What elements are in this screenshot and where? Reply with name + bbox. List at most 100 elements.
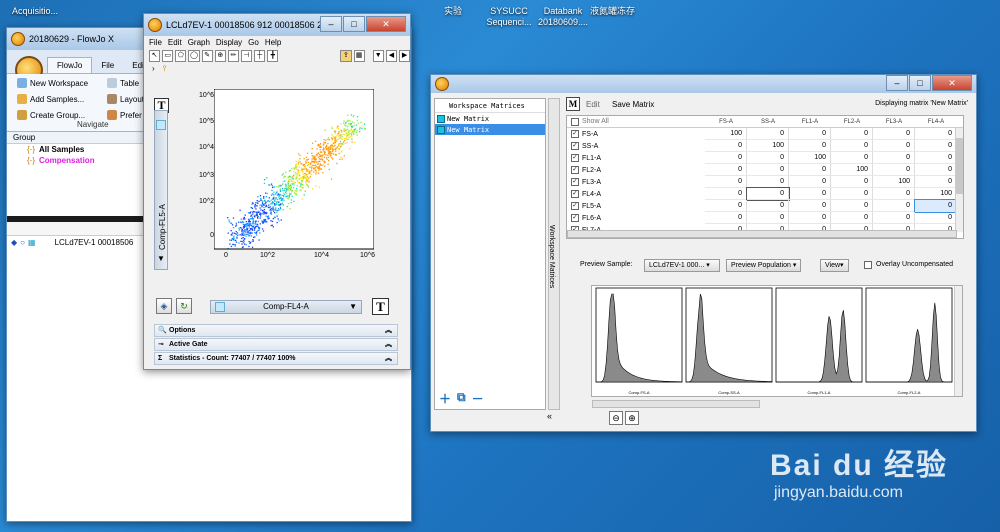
create-group-button[interactable]: Create Group... [17, 110, 85, 120]
layer-button[interactable]: ◈ [156, 298, 172, 314]
matrix-cell[interactable]: 100 [873, 176, 915, 188]
matrix-cell[interactable]: 0 [746, 187, 790, 201]
matrix-cell[interactable]: 0 [789, 128, 831, 140]
matrix-cell[interactable]: 0 [747, 176, 789, 188]
close-button[interactable]: ✕ [932, 75, 972, 91]
matrix-cell[interactable]: 0 [831, 140, 873, 152]
preferences-button[interactable]: Prefer [107, 110, 142, 120]
matrix-cell[interactable]: 100 [705, 128, 747, 140]
preview-vscroll[interactable] [954, 286, 962, 396]
matrix-cell[interactable]: 0 [873, 188, 915, 200]
matrix-cell[interactable]: 0 [873, 128, 915, 140]
matrix-m-icon[interactable]: M [566, 97, 580, 111]
matrix-cell[interactable]: 0 [915, 152, 957, 164]
show-all-cell[interactable]: Show All [567, 117, 705, 126]
polygon-gate-icon[interactable]: ⬠ [175, 50, 187, 62]
matrix-cell[interactable]: 100 [831, 164, 873, 176]
zoom-out-icon[interactable]: ⊖ [609, 411, 623, 425]
matrix-cell[interactable]: 0 [873, 164, 915, 176]
add-samples-button[interactable]: Add Samples... [17, 94, 84, 104]
matrix-cell[interactable]: 0 [831, 212, 873, 224]
matrix-cell[interactable]: 0 [873, 152, 915, 164]
tab-flowjo[interactable]: FlowJo [47, 57, 93, 73]
rectangle-gate-icon[interactable]: ▭ [162, 50, 174, 62]
add-matrix-icon[interactable]: ＋ [439, 390, 451, 407]
matrix-cell[interactable]: 0 [873, 140, 915, 152]
matrix-cell[interactable]: 100 [747, 140, 789, 152]
maximize-button[interactable]: □ [343, 16, 365, 32]
quadrant-icon[interactable]: ╋ [267, 50, 279, 62]
menu-edit[interactable]: Edit [168, 38, 182, 47]
matrix-cell[interactable]: 0 [705, 176, 747, 188]
minimize-button[interactable]: – [886, 75, 908, 91]
matrix-cell[interactable]: 0 [831, 128, 873, 140]
matrix-cell[interactable]: 0 [914, 199, 958, 213]
matrix-vscroll[interactable] [955, 128, 963, 232]
preview-sample-dropdown[interactable]: LCLd7EV-1 000... ▾ [644, 259, 720, 272]
refresh-button[interactable]: ↻ [176, 298, 192, 314]
tab-file[interactable]: File [92, 58, 123, 73]
row-visible-checkbox[interactable]: ✓ [571, 190, 579, 198]
menu-go[interactable]: Go [248, 38, 259, 47]
matrix-cell[interactable]: 0 [705, 188, 747, 200]
matrix-cell[interactable]: 100 [915, 188, 957, 200]
bisector-icon[interactable]: ┼ [254, 50, 266, 62]
matrix-cell[interactable]: 0 [873, 200, 915, 212]
matrix-cell[interactable]: 0 [789, 212, 831, 224]
duplicate-matrix-icon[interactable]: ⧉ [457, 390, 466, 407]
menu-file[interactable]: File [149, 38, 162, 47]
maximize-button[interactable]: □ [909, 75, 931, 91]
close-button[interactable]: ✕ [366, 16, 406, 32]
matrix-cell[interactable]: 0 [747, 128, 789, 140]
matrix-cell[interactable]: 0 [831, 176, 873, 188]
pointer-tool-icon[interactable]: ↖ [149, 50, 161, 62]
remove-matrix-icon[interactable]: － [472, 390, 484, 407]
matrix-hscroll[interactable] [567, 230, 957, 238]
dot-plot[interactable] [214, 89, 374, 257]
matrix-cell[interactable]: 0 [705, 164, 747, 176]
statistics-section[interactable]: Σ Statistics - Count: 77407 / 77407 100%… [154, 352, 398, 365]
ellipse-gate-icon[interactable]: ◯ [188, 50, 200, 62]
matrix-cell[interactable]: 0 [915, 164, 957, 176]
menu-graph[interactable]: Graph [188, 38, 210, 47]
matrix-cell[interactable]: 0 [831, 188, 873, 200]
row-visible-checkbox[interactable]: ✓ [571, 178, 579, 186]
pencil-icon[interactable]: ✏ [227, 50, 239, 62]
matrix-cell[interactable]: 0 [789, 200, 831, 212]
preview-population-dropdown[interactable]: Preview Population ▾ [726, 259, 802, 272]
preview-hscroll[interactable] [592, 400, 760, 408]
matrix-cell[interactable]: 0 [915, 176, 957, 188]
matrix-list-item[interactable]: New Matrix [435, 113, 545, 124]
matrix-cell[interactable]: 0 [831, 152, 873, 164]
matrix-cell[interactable]: 0 [747, 212, 789, 224]
matrix-list-item-selected[interactable]: New Matrix [435, 124, 545, 135]
matrix-cell[interactable]: 0 [747, 200, 789, 212]
edit-button[interactable]: Edit [586, 100, 600, 109]
desktop-icon-experiment[interactable]: 实验 [444, 6, 462, 17]
dropdown-icon[interactable]: ▼ [372, 50, 384, 62]
layout-export-icon[interactable]: ▦ [353, 50, 365, 62]
menu-display[interactable]: Display [216, 38, 242, 47]
next-icon[interactable]: ▶ [398, 50, 411, 62]
matrix-cell[interactable]: 0 [705, 140, 747, 152]
matrix-cell[interactable]: 0 [789, 140, 831, 152]
matrix-cell[interactable]: 0 [789, 188, 831, 200]
menu-help[interactable]: Help [265, 38, 281, 47]
matrix-cell[interactable]: 0 [747, 152, 789, 164]
view-dropdown[interactable]: View▾ [820, 259, 849, 272]
matrix-vscroll-thumb[interactable] [956, 138, 963, 194]
matrix-cell[interactable]: 0 [915, 140, 957, 152]
row-visible-checkbox[interactable]: ✓ [571, 166, 579, 174]
new-workspace-button[interactable]: New Workspace [17, 78, 88, 88]
matrix-cell[interactable]: 0 [831, 200, 873, 212]
matrix-cell[interactable]: 100 [789, 152, 831, 164]
desktop-icon-sysucc[interactable]: SYSUCC Sequenci... [484, 6, 534, 28]
table-button[interactable]: Table [107, 78, 139, 88]
export-icon[interactable]: ⇪ [340, 50, 352, 62]
desktop-icon-ln2[interactable]: 液氮罐冻存 [590, 6, 635, 17]
matrix-titlebar[interactable]: – □ ✕ [431, 75, 976, 93]
active-gate-section[interactable]: ⊸ Active Gate ︽ [154, 338, 398, 351]
matrix-cell[interactable]: 0 [873, 212, 915, 224]
matrix-cell[interactable]: 0 [705, 212, 747, 224]
previous-icon[interactable]: ◀ [385, 50, 397, 62]
